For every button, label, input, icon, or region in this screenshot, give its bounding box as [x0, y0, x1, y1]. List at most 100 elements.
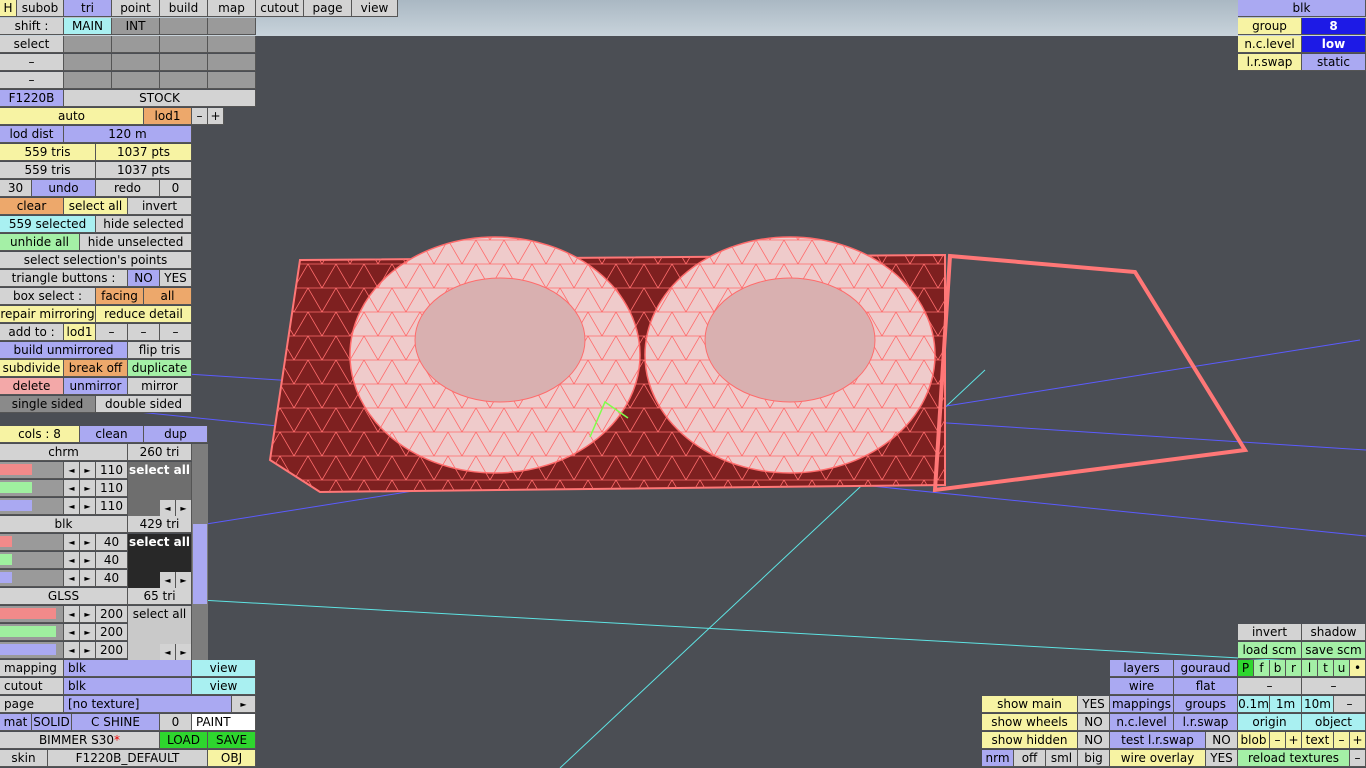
material-slider-green[interactable]	[0, 480, 64, 497]
lod-name[interactable]: lod1	[144, 108, 192, 125]
shift-int-button[interactable]: INT	[112, 18, 160, 35]
redo-button[interactable]: redo	[96, 180, 160, 197]
lr-swap-value[interactable]: static	[1302, 54, 1366, 71]
object-button[interactable]: object	[1302, 714, 1366, 731]
menu-point[interactable]: point	[112, 0, 160, 17]
arrow-left-icon[interactable]: ◄	[64, 570, 80, 587]
arrow-right-icon[interactable]: ►	[176, 572, 192, 589]
clean-button[interactable]: clean	[80, 426, 144, 443]
lod-dist-value[interactable]: 120 m	[64, 126, 192, 143]
menu-cutout[interactable]: cutout	[256, 0, 304, 17]
blob-button[interactable]: blob	[1238, 732, 1270, 749]
select-all-button[interactable]: select all	[64, 198, 128, 215]
nc-level-value[interactable]: low	[1302, 36, 1366, 53]
grid-minus-button[interactable]: –	[1334, 696, 1366, 713]
object-variant[interactable]: STOCK	[64, 90, 256, 107]
add-to-lod[interactable]: lod1	[64, 324, 96, 341]
text-minus-button[interactable]: –	[1334, 732, 1350, 749]
add-to-slot-3[interactable]: –	[160, 324, 192, 341]
layer-dot-icon[interactable]: •	[1350, 660, 1366, 677]
row2-slot-3[interactable]	[160, 72, 208, 89]
material-green-value[interactable]: 40	[96, 552, 128, 569]
arrow-right-icon[interactable]: ►	[80, 462, 96, 479]
duplicate-button[interactable]: duplicate	[128, 360, 192, 377]
select-slot-4[interactable]	[208, 36, 256, 53]
page-value[interactable]: [no texture]	[64, 696, 232, 713]
arrow-left-icon[interactable]: ◄	[160, 572, 176, 589]
select-points-button[interactable]: select selection's points	[0, 252, 192, 269]
material-blue-value[interactable]: 200	[96, 642, 128, 659]
select-slot-1[interactable]	[64, 36, 112, 53]
row1-slot-2[interactable]	[112, 54, 160, 71]
triangle-buttons-no[interactable]: NO	[128, 270, 160, 287]
layer-r-toggle[interactable]: r	[1286, 660, 1302, 677]
reload-minus-button[interactable]: –	[1350, 750, 1366, 767]
material-slider-red[interactable]	[0, 606, 64, 623]
off-button[interactable]: off	[1014, 750, 1046, 767]
undo-button[interactable]: undo	[32, 180, 96, 197]
arrow-right-icon[interactable]: ►	[80, 624, 96, 641]
menu-page[interactable]: page	[304, 0, 352, 17]
row1-slot-1[interactable]	[64, 54, 112, 71]
material-scrollbar[interactable]	[192, 444, 208, 660]
repair-mirroring-button[interactable]: repair mirroring	[0, 306, 96, 323]
origin-button[interactable]: origin	[1238, 714, 1302, 731]
flat-button[interactable]: flat	[1174, 678, 1238, 695]
arrow-right-icon[interactable]: ►	[80, 570, 96, 587]
row2-slot-1[interactable]	[64, 72, 112, 89]
layer-f-toggle[interactable]: f	[1254, 660, 1270, 677]
layer-b-toggle[interactable]: b	[1270, 660, 1286, 677]
text-plus-button[interactable]: +	[1350, 732, 1366, 749]
material-green-value[interactable]: 110	[96, 480, 128, 497]
load-scm-button[interactable]: load scm	[1238, 642, 1302, 659]
material-slider-blue[interactable]	[0, 570, 64, 587]
material-green-value[interactable]: 200	[96, 624, 128, 641]
skin-value[interactable]: F1220B_DEFAULT	[48, 750, 208, 767]
mirror-button[interactable]: mirror	[128, 378, 192, 395]
arrow-right-icon[interactable]: ►	[176, 500, 192, 517]
file-name[interactable]: BIMMER S30*	[0, 732, 160, 749]
mat-value[interactable]: 0	[160, 714, 192, 731]
wire-overlay-toggle[interactable]: YES	[1206, 750, 1238, 767]
hide-unselected-button[interactable]: hide unselected	[80, 234, 192, 251]
select-slot-2[interactable]	[112, 36, 160, 53]
select-slot-3[interactable]	[160, 36, 208, 53]
object-name[interactable]: F1220B	[0, 90, 64, 107]
menu-subob[interactable]: subob	[17, 0, 64, 17]
build-unmirrored-button[interactable]: build unmirrored	[0, 342, 128, 359]
show-hidden-toggle[interactable]: NO	[1078, 732, 1110, 749]
layer-l-toggle[interactable]: l	[1302, 660, 1318, 677]
dash-slot-1[interactable]: –	[1238, 678, 1302, 695]
menu-view[interactable]: view	[352, 0, 398, 17]
subdivide-button[interactable]: subdivide	[0, 360, 64, 377]
invert-view-button[interactable]: invert	[1238, 624, 1302, 641]
reload-textures-button[interactable]: reload textures	[1238, 750, 1350, 767]
box-select-all[interactable]: all	[144, 288, 192, 305]
layer-u-toggle[interactable]: u	[1334, 660, 1350, 677]
cutout-value[interactable]: blk	[64, 678, 192, 695]
shadow-button[interactable]: shadow	[1302, 624, 1366, 641]
show-wheels-toggle[interactable]: NO	[1078, 714, 1110, 731]
arrow-left-icon[interactable]: ◄	[64, 606, 80, 623]
reduce-detail-button[interactable]: reduce detail	[96, 306, 192, 323]
delete-button[interactable]: delete	[0, 378, 64, 395]
hide-selected-button[interactable]: hide selected	[96, 216, 192, 233]
arrow-right-icon[interactable]: ►	[80, 498, 96, 515]
grid-10m-button[interactable]: 10m	[1302, 696, 1334, 713]
material-select-all[interactable]: select all	[128, 462, 191, 479]
box-select-facing[interactable]: facing	[96, 288, 144, 305]
arrow-left-icon[interactable]: ◄	[64, 534, 80, 551]
arrow-right-icon[interactable]: ►	[80, 642, 96, 659]
shift-slot-3[interactable]	[160, 18, 208, 35]
save-button[interactable]: SAVE	[208, 732, 256, 749]
mat-shine-button[interactable]: C SHINE	[72, 714, 160, 731]
lod-plus-button[interactable]: +	[208, 108, 224, 125]
mat-solid-button[interactable]: SOLID	[32, 714, 72, 731]
arrow-right-icon[interactable]: ►	[80, 552, 96, 569]
test-lr-swap-toggle[interactable]: NO	[1206, 732, 1238, 749]
row1-slot-3[interactable]	[160, 54, 208, 71]
break-off-button[interactable]: break off	[64, 360, 128, 377]
unhide-all-button[interactable]: unhide all	[0, 234, 80, 251]
blob-plus-button[interactable]: +	[1286, 732, 1302, 749]
add-to-slot-1[interactable]: –	[96, 324, 128, 341]
